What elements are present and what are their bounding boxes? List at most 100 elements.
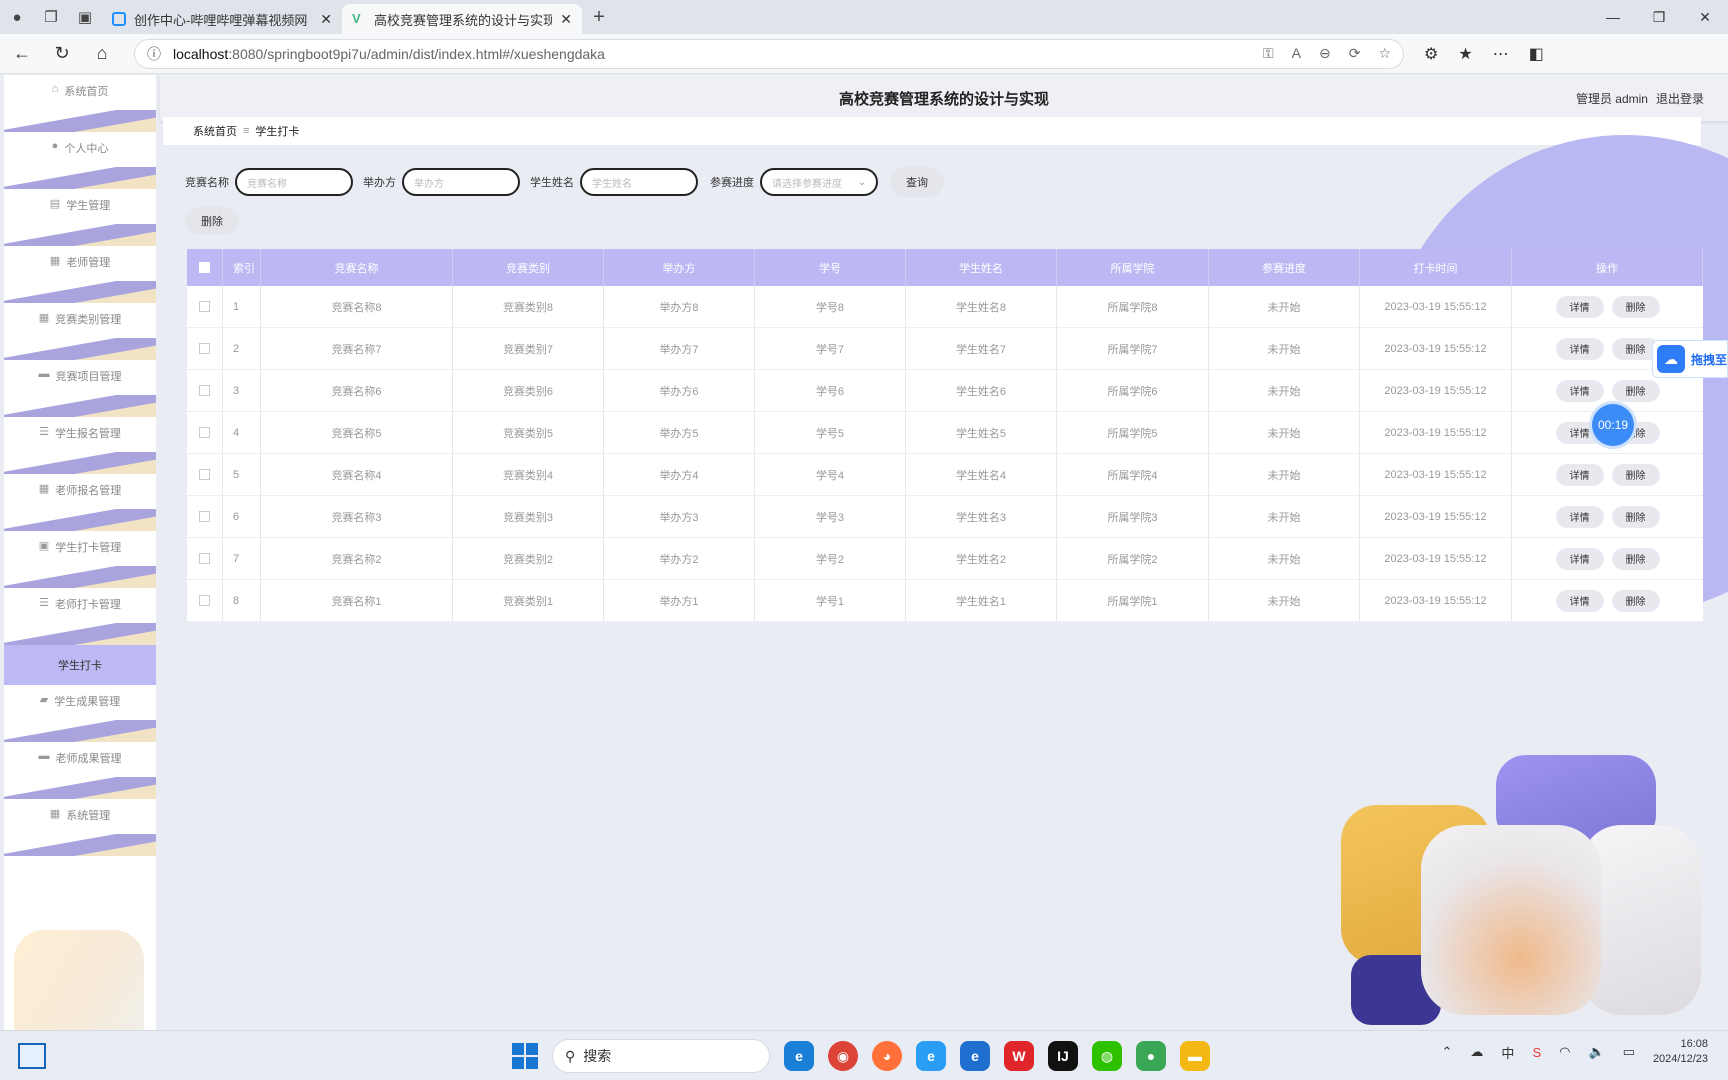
detail-button[interactable]: 详情 [1555,547,1604,570]
row-checkbox[interactable] [187,580,223,621]
sidebar-item[interactable]: ☰ 老师打卡管理 [4,588,156,645]
detail-button[interactable]: 详情 [1555,295,1604,318]
workspaces-icon[interactable]: ❐ [34,0,68,34]
new-tab-icon[interactable]: + [582,0,616,34]
window-close-icon[interactable]: ✕ [1682,0,1728,34]
app-icon[interactable]: ● [1136,1041,1166,1071]
volume-icon[interactable]: 🔈 [1588,1044,1604,1060]
sidebar-toggle-icon[interactable]: ◧ [1529,44,1544,64]
wps-icon[interactable]: W [1004,1041,1034,1071]
sidebar-item[interactable]: ▦ 系统管理 [4,799,156,856]
clock[interactable]: 16:08 2024/12/23 [1653,1037,1708,1067]
delete-button[interactable]: 删除 [1611,505,1660,528]
delete-button[interactable]: 删除 [1611,463,1660,486]
sidebar-item[interactable]: ▦ 老师管理 [4,246,156,303]
close-icon[interactable]: ✕ [560,11,572,28]
more-icon[interactable]: ⋯ [1493,44,1509,64]
table-row: 6 竞赛名称3 竞赛类别3 举办方3 学号3 学生姓名3 所属学院3 未开始 2023-03-1… [187,496,1703,538]
recording-timer[interactable]: 00:19 [1592,404,1634,446]
key-icon[interactable]: ⚿ [1263,45,1274,62]
zoom-icon[interactable]: ⊖ [1319,45,1331,62]
firefox-icon[interactable]: ◕ [872,1041,902,1071]
sidebar-item[interactable]: ● 个人中心 [4,132,156,189]
chevron-down-icon: ⌄ [857,176,866,188]
ie-icon[interactable]: e [960,1041,990,1071]
favorite-star-icon[interactable]: ☆ [1378,45,1391,62]
sidebar-item[interactable]: ▤ 学生管理 [4,189,156,246]
sidebar-item[interactable]: ▦ 老师报名管理 [4,474,156,531]
edge-beta-icon[interactable]: e [916,1041,946,1071]
row-checkbox[interactable] [187,454,223,495]
translate-icon[interactable]: A [1292,45,1301,62]
close-icon[interactable]: ✕ [320,11,332,28]
detail-button[interactable]: 详情 [1555,379,1604,402]
sidebar-item[interactable]: 学生打卡 [4,645,156,685]
row-actions: 详情 删除 [1512,580,1703,621]
extensions-icon[interactable]: ⚙ [1424,44,1438,64]
delete-button[interactable]: 删除 [1611,295,1660,318]
breadcrumb-separator: ≡ [243,125,250,137]
logout-link[interactable]: 退出登录 [1656,90,1704,107]
browser-tab-1[interactable]: 创作中心-哔哩哔哩弹幕视频网 ✕ [102,4,342,34]
cloud-icon[interactable]: ☁ [1470,1044,1483,1060]
row-checkbox[interactable] [187,412,223,453]
batch-delete-button[interactable]: 删除 [185,207,239,235]
sidebar-item[interactable]: ▬ 老师成果管理 [4,742,156,799]
sync-icon[interactable]: ⟳ [1349,45,1361,62]
detail-button[interactable]: 详情 [1555,463,1604,486]
row-checkbox[interactable] [187,538,223,579]
sidebar-item[interactable]: ▣ 学生打卡管理 [4,531,156,588]
sidebar-item[interactable]: ⌂ 系统首页 [4,75,156,132]
breadcrumb-home[interactable]: 系统首页 [193,123,237,139]
sidebar-item[interactable]: ▰ 学生成果管理 [4,685,156,742]
organizer-input[interactable]: 举办方 [402,168,520,196]
minimize-icon[interactable]: — [1590,0,1636,34]
edge-icon[interactable]: e [784,1041,814,1071]
widgets-icon[interactable] [18,1043,46,1069]
detail-button[interactable]: 详情 [1555,505,1604,528]
detail-button[interactable]: 详情 [1555,337,1604,360]
sidebar-item-label: 学生报名管理 [54,428,121,440]
favorites-icon[interactable]: ★ [1458,44,1472,64]
search-icon: ⚲ [565,1047,576,1064]
row-checkbox[interactable] [187,328,223,369]
sidebar-item[interactable]: ▦ 竞赛类别管理 [4,303,156,360]
table-row: 4 竞赛名称5 竞赛类别5 举办方5 学号5 学生姓名5 所属学院5 未开始 2023-03-1… [187,412,1703,454]
progress-select[interactable]: 请选择参赛进度 ⌄ [760,168,878,196]
query-button[interactable]: 查询 [890,167,944,197]
url-field[interactable]: ⓘ localhost:8080/springboot9pi7u/admin/d… [134,38,1404,69]
app-tray-icon[interactable]: S [1532,1045,1541,1060]
taskbar-search[interactable]: ⚲ 搜索 [552,1039,770,1073]
tab-actions-icon[interactable]: ▣ [68,0,102,34]
detail-button[interactable]: 详情 [1555,589,1604,612]
profile-icon[interactable]: ● [0,0,34,34]
sidebar-item[interactable]: ☰ 学生报名管理 [4,417,156,474]
select-all-checkbox[interactable] [187,249,223,286]
drag-widget[interactable]: ☁ 拖拽至 [1652,340,1728,378]
row-checkbox[interactable] [187,286,223,327]
row-checkbox[interactable] [187,496,223,537]
table-cell: 竞赛名称3 [261,496,453,537]
battery-icon[interactable]: ▭ [1623,1044,1635,1060]
delete-button[interactable]: 删除 [1611,589,1660,612]
tray-expand-icon[interactable]: ⌃ [1442,1044,1453,1060]
delete-button[interactable]: 删除 [1611,547,1660,570]
start-icon[interactable] [512,1043,538,1069]
student-name-input[interactable]: 学生姓名 [580,168,698,196]
file-explorer-icon[interactable]: ▬ [1180,1041,1210,1071]
competition-name-input[interactable]: 竞赛名称 [235,168,353,196]
browser-tab-2[interactable]: V 高校竞赛管理系统的设计与实现 ✕ [342,4,582,34]
refresh-icon[interactable]: ↻ [44,36,80,72]
delete-button[interactable]: 删除 [1611,379,1660,402]
ime-indicator[interactable]: 中 [1501,1043,1514,1062]
home-icon[interactable]: ⌂ [84,36,120,72]
row-checkbox[interactable] [187,370,223,411]
back-icon[interactable]: ← [4,36,40,72]
chrome-icon[interactable]: ◉ [828,1041,858,1071]
restore-icon[interactable]: ❐ [1636,0,1682,34]
info-icon[interactable]: ⓘ [147,44,161,64]
sidebar-item[interactable]: ▬ 竞赛项目管理 [4,360,156,417]
idea-icon[interactable]: IJ [1048,1041,1078,1071]
wechat-icon[interactable]: ◍ [1092,1041,1122,1071]
wifi-icon[interactable]: ◠ [1559,1044,1570,1060]
